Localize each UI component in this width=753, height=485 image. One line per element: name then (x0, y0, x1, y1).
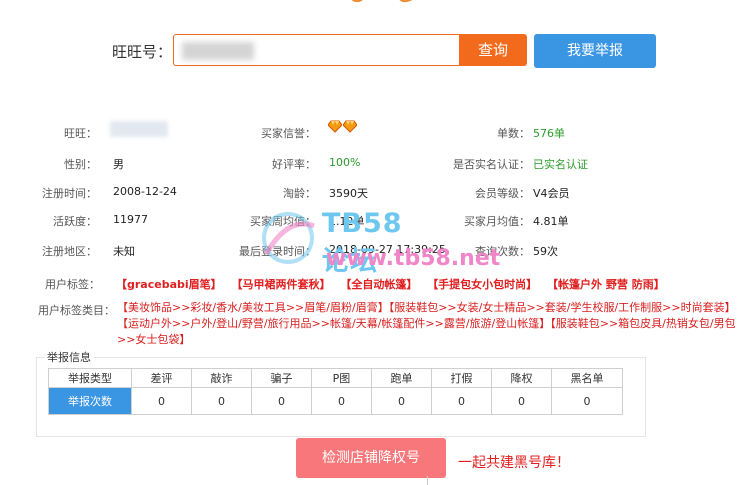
table-header: 降权 (491, 368, 552, 388)
query-count-value: 59次 (533, 245, 558, 258)
table-header: 举报类型 (48, 368, 132, 388)
report-stats-table: 举报类型 差评 敲诈 骗子 P图 跑单 打假 降权 黑名单 举报次数 0 0 0… (48, 368, 623, 415)
report-info-title: 举报信息 (44, 349, 94, 365)
buyer-weekly-value: 1.12单 (329, 215, 365, 228)
table-row: 举报次数 0 0 0 0 0 0 0 0 (48, 387, 623, 415)
diamond-icon (328, 120, 342, 133)
wangwang-search-input[interactable] (173, 34, 459, 66)
buyer-monthly-value: 4.81单 (533, 215, 569, 228)
order-count-value: 576单 (533, 127, 565, 140)
table-header: P图 (311, 368, 372, 388)
member-level-value: V4会员 (533, 187, 570, 200)
user-categories-text: 【美妆饰品>>彩妆/香水/美妆工具>>眉笔/眉粉/眉膏】【服装鞋包>>女装/女士… (117, 301, 736, 346)
label-buyer-weekly: 买家周均值： (250, 215, 316, 228)
diamond-icon (343, 120, 357, 133)
label-last-login: 最后登录时间： (239, 245, 316, 258)
table-header: 骗子 (251, 368, 312, 388)
last-login-value: 2018-09-27 17:39:25 (329, 243, 446, 256)
positive-rate-value: 100% (329, 156, 361, 169)
user-tag: 【全自动帐篷】 (340, 278, 418, 291)
search-value-redacted (182, 42, 254, 60)
register-time-value: 2008-12-24 (113, 185, 177, 198)
table-cell: 0 (251, 387, 312, 415)
label-buyer-credit: 买家信誉： (261, 127, 316, 140)
slogan-text: 一起共建黑号库！ (458, 455, 570, 471)
label-taobao-age: 淘龄： (283, 187, 316, 200)
user-tag: 【gracebabi眉笔】 (116, 278, 222, 291)
label-register-time: 注册时间： (42, 187, 97, 200)
activity-value: 11977 (113, 213, 148, 226)
table-header: 黑名单 (551, 368, 623, 388)
table-cell: 0 (371, 387, 432, 415)
taobao-age-value: 3590天 (329, 187, 368, 200)
label-activity: 活跃度： (53, 215, 97, 228)
header-decoration (351, 0, 413, 3)
user-tag: 【手提包女小包时尚】 (427, 278, 538, 291)
divider (427, 476, 428, 485)
gender-value: 男 (113, 158, 124, 171)
table-cell: 0 (131, 387, 192, 415)
label-user-categories: 用户标签类目： (38, 304, 115, 317)
table-cell: 0 (551, 387, 623, 415)
label-register-area: 注册地区： (42, 245, 97, 258)
table-cell: 0 (191, 387, 252, 415)
table-cell: 0 (431, 387, 492, 415)
label-gender: 性别： (64, 158, 97, 171)
query-button[interactable]: 查询 (459, 34, 527, 66)
table-cell: 0 (311, 387, 372, 415)
table-header: 跑单 (371, 368, 432, 388)
label-query-count: 查询次数： (475, 245, 530, 258)
table-header: 差评 (131, 368, 192, 388)
label-wangwang: 旺旺： (64, 127, 97, 140)
realname-value: 已实名认证 (533, 158, 588, 171)
detect-store-button[interactable]: 检测店铺降权号 (296, 438, 446, 478)
wangwang-value-redacted (110, 121, 168, 137)
search-label: 旺旺号： (112, 43, 173, 61)
register-area-value: 未知 (113, 245, 135, 258)
table-header: 打假 (431, 368, 492, 388)
table-header: 敲诈 (191, 368, 252, 388)
user-tags-list: 【gracebabi眉笔】 【马甲裙两件套秋】 【全自动帐篷】 【手提包女小包时… (116, 276, 671, 292)
buyer-credit-value (328, 119, 358, 136)
row-label: 举报次数 (48, 387, 132, 415)
label-order-count: 单数： (497, 127, 530, 140)
table-cell: 0 (491, 387, 552, 415)
user-tag: 【帐篷户外 野营 防雨】 (547, 278, 665, 291)
label-member-level: 会员等级： (475, 187, 530, 200)
label-positive-rate: 好评率： (272, 158, 316, 171)
label-buyer-monthly: 买家月均值： (464, 215, 530, 228)
user-tag: 【马甲裙两件套秋】 (231, 278, 331, 291)
label-realname: 是否实名认证： (453, 158, 530, 171)
label-user-tags: 用户标签： (45, 278, 100, 291)
table-header-row: 举报类型 差评 敲诈 骗子 P图 跑单 打假 降权 黑名单 (48, 368, 623, 388)
report-button[interactable]: 我要举报 (534, 34, 656, 68)
